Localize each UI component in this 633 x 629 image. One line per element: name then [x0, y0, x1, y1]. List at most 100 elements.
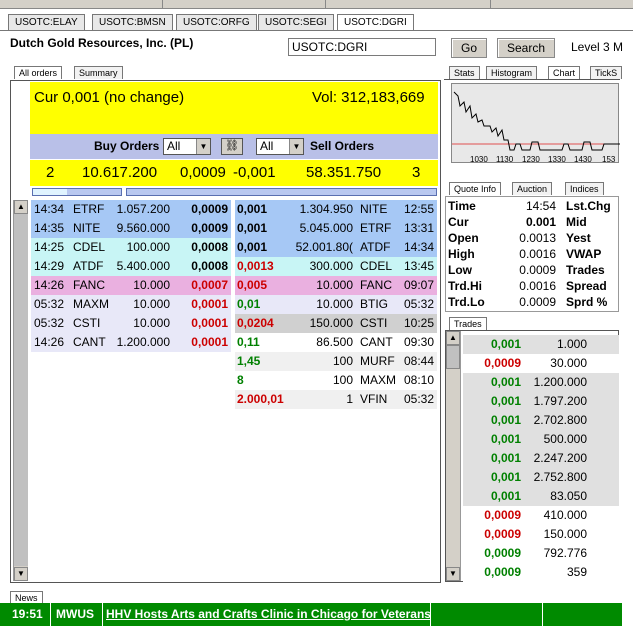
scroll-down-icon[interactable]: ▼ [14, 567, 28, 581]
scroll-up-icon[interactable]: ▲ [446, 331, 460, 345]
trade-row[interactable]: 0,001 500.000 [463, 430, 619, 449]
trade-price: 0,0009 [484, 546, 521, 560]
order-time: 09:07 [403, 278, 434, 292]
symbol-tab[interactable]: USOTC:BMSN [92, 14, 173, 30]
trades-scrollbar[interactable]: ▲ ▼ [446, 331, 461, 581]
sell-order-row[interactable]: 1,45 100 MURF 08:44 [235, 352, 437, 371]
trade-row[interactable]: 0,001 83.050 [463, 487, 619, 506]
market-maker: CSTI [360, 316, 388, 330]
sell-order-row[interactable]: 8 100 MAXM 08:10 [235, 371, 437, 390]
market-maker: MAXM [360, 373, 396, 387]
tab-ticks[interactable]: TickS [590, 66, 623, 79]
sell-order-row[interactable]: 0,001 52.001.80(ATDF 14:34 [235, 238, 437, 257]
buy-order-row[interactable]: 05:32 CSTI 10.000 0,0001 [31, 314, 231, 333]
tab-summary[interactable]: Summary [74, 66, 123, 79]
symbol-input[interactable]: USOTC:DGRI [288, 38, 436, 56]
trade-row[interactable]: 0,001 1.000 [463, 335, 619, 354]
scroll-thumb[interactable] [14, 214, 28, 566]
quote-label: High [448, 247, 475, 261]
sell-order-row[interactable]: 0,005 10.000 FANC 09:07 [235, 276, 437, 295]
order-time: 08:44 [403, 354, 434, 368]
buy-order-row[interactable]: 14:35 NITE 9.560.000 0,0009 [31, 219, 231, 238]
tab-trades[interactable]: Trades [449, 317, 487, 330]
trade-price: 0,001 [490, 413, 521, 427]
buy-order-row[interactable]: 14:29 ATDF 5.400.000 0,0008 [31, 257, 231, 276]
order-size: 100 [332, 373, 353, 387]
trade-row[interactable]: 0,001 2.247.200 [463, 449, 619, 468]
trade-row[interactable]: 0,001 2.752.800 [463, 468, 619, 487]
link-icon[interactable]: ⛓ [221, 138, 243, 155]
buy-order-row[interactable]: 14:34 ETRF 1.057.200 0,0009 [31, 200, 231, 219]
orders-scrollbar[interactable]: ▲ ▼ [13, 200, 28, 581]
scroll-thumb[interactable] [446, 345, 460, 369]
quote-label: Low [448, 263, 472, 277]
tab-all-orders[interactable]: All orders [14, 66, 63, 79]
order-size: 10.000 [133, 297, 170, 311]
symbol-tab[interactable]: USOTC:SEGI [258, 14, 334, 30]
order-price: 8 [237, 373, 244, 387]
scroll-down-icon[interactable]: ▼ [446, 567, 460, 581]
sell-order-row[interactable]: 0,001 1.304.950 NITE 12:55 [235, 200, 437, 219]
news-headline[interactable]: HHV Hosts Arts and Crafts Clinic in Chic… [106, 603, 431, 626]
chart-x-label: 1230 [522, 155, 540, 164]
news-divider [50, 603, 51, 626]
trade-row[interactable]: 0,0009 410.000 [463, 506, 619, 525]
tab-quote-info[interactable]: Quote Info [449, 182, 502, 195]
sell-order-row[interactable]: 0,11 86.500 CANT 09:30 [235, 333, 437, 352]
order-price: 0,0204 [237, 316, 274, 330]
order-time: 14:35 [34, 221, 65, 235]
buy-order-row[interactable]: 14:25 CDEL 100.000 0,0008 [31, 238, 231, 257]
buy-order-row[interactable]: 14:26 FANC 10.000 0,0007 [31, 276, 231, 295]
sell-order-row[interactable]: 0,0013 300.000 CDEL 13:45 [235, 257, 437, 276]
buy-best-price: 0,0009 [180, 164, 226, 181]
go-button[interactable]: Go [451, 38, 487, 58]
buy-order-row[interactable]: 14:26 CANT 1.200.000 0,0001 [31, 333, 231, 352]
price-line [453, 91, 620, 151]
trade-row[interactable]: 0,001 1.797.200 [463, 392, 619, 411]
trade-row[interactable]: 0,0009 792.776 [463, 544, 619, 563]
chart-x-label: 1030 [470, 155, 488, 164]
quote-label: Sprd % [566, 295, 608, 309]
quote-label: Trades [566, 263, 605, 277]
tab-histogram[interactable]: Histogram [486, 66, 538, 79]
buy-order-row[interactable]: 05:32 MAXM 10.000 0,0001 [31, 295, 231, 314]
symbol-tab-active[interactable]: USOTC:DGRI [337, 14, 414, 31]
news-time: 19:51 [12, 607, 43, 621]
trade-price: 0,001 [490, 470, 521, 484]
buy-filter-select[interactable]: All ▼ [163, 138, 211, 155]
sell-total-size: 58.351.750 [306, 164, 382, 181]
sell-order-row[interactable]: 0,001 5.045.000 ETRF 13:31 [235, 219, 437, 238]
trade-row[interactable]: 0,001 1.200.000 [463, 373, 619, 392]
order-size: 1.304.950 [299, 202, 353, 216]
trade-size: 30.000 [550, 356, 587, 370]
trade-size: 792.776 [543, 546, 587, 560]
order-size: 5.400.000 [116, 259, 170, 273]
scroll-up-icon[interactable]: ▲ [14, 200, 28, 214]
trade-row[interactable]: 0,001 2.702.800 [463, 411, 619, 430]
tab-chart[interactable]: Chart [548, 66, 581, 79]
trade-price: 0,0009 [484, 527, 521, 541]
trade-row[interactable]: 0,0009 359 [463, 563, 619, 582]
buy-pressure-fill [33, 189, 67, 195]
symbol-tab[interactable]: USOTC:ORFG [176, 14, 257, 30]
order-time: 05:32 [403, 392, 434, 406]
trade-row[interactable]: 0,0009 30.000 [463, 354, 619, 373]
tab-auction[interactable]: Auction [512, 182, 553, 195]
tab-indices[interactable]: Indices [565, 182, 604, 195]
order-size: 10.000 [133, 316, 170, 330]
sell-order-row[interactable]: 0,01 10.000 BTIG 05:32 [235, 295, 437, 314]
tab-stats[interactable]: Stats [449, 66, 480, 79]
buy-orders-label: Buy Orders [94, 139, 160, 153]
sell-filter-select[interactable]: All ▼ [256, 138, 304, 155]
quote-row: Open 0.0013 Yest [448, 230, 618, 246]
order-time: 13:45 [403, 259, 434, 273]
sell-order-row[interactable]: 0,0204 150.000 CSTI 10:25 [235, 314, 437, 333]
order-time: 14:34 [34, 202, 65, 216]
search-button[interactable]: Search [497, 38, 555, 58]
sell-order-row[interactable]: 2.000,01 1 VFIN 05:32 [235, 390, 437, 409]
symbol-tab[interactable]: USOTC:ELAY [8, 14, 85, 30]
trade-row[interactable]: 0,0009 150.000 [463, 525, 619, 544]
order-size: 10.000 [316, 297, 353, 311]
market-maker: MURF [360, 354, 395, 368]
level-indicator: Level 3 M [571, 40, 624, 54]
